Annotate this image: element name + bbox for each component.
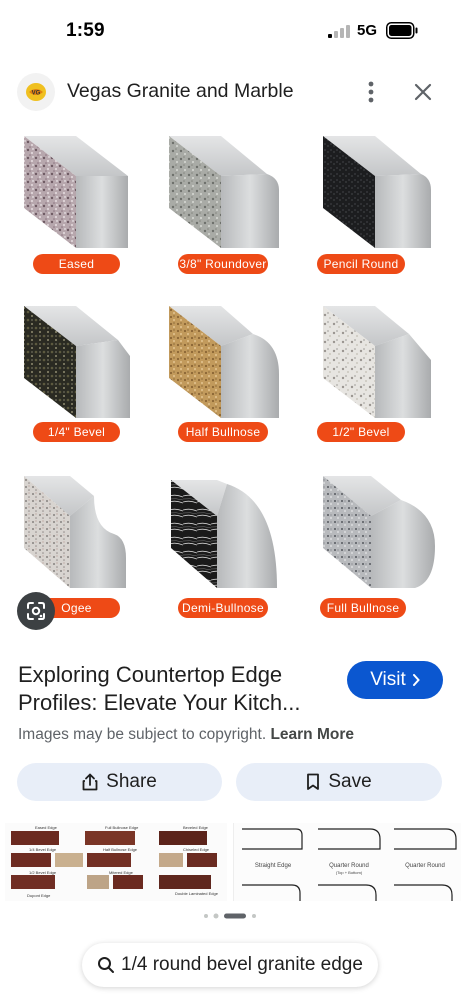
label-pill: Half Bullnose — [178, 422, 268, 442]
more-vert-icon[interactable] — [356, 76, 386, 108]
profile-demi-bullnose: Demi-Bullnose — [155, 464, 305, 634]
site-name[interactable]: Vegas Granite and Marble — [67, 80, 294, 103]
thumb-label: Chiseled Edge — [183, 847, 210, 852]
thumb-label: 1/2 Bevel Edge — [29, 870, 57, 875]
full-bullnose-slab-illustration — [323, 476, 435, 588]
thumb-label: Eased Edge — [35, 825, 57, 830]
related-thumbnail[interactable]: Eased Edge Full Bullnose Edge Beveled Ed… — [5, 823, 227, 901]
share-label: Share — [106, 771, 157, 792]
related-thumbnail[interactable]: Straight Edge Quarter Round (Top + Botto… — [233, 823, 461, 901]
edge-outline-thumbnail — [242, 828, 457, 901]
visit-label: Visit — [370, 669, 406, 690]
demi-bullnose-slab-illustration — [171, 480, 277, 588]
label-pill: Full Bullnose — [320, 598, 406, 618]
bookmark-icon — [307, 773, 320, 790]
learn-more-link[interactable]: Learn More — [270, 726, 354, 743]
label-pill: 1/4" Bevel — [33, 422, 120, 442]
close-icon[interactable] — [407, 76, 439, 108]
label-pill: 1/2" Bevel — [317, 422, 405, 442]
label-pill: Pencil Round — [317, 254, 405, 274]
copyright-text: Images may be subject to copyright. — [18, 726, 267, 743]
svg-text:VG: VG — [32, 91, 41, 97]
ogee-slab-illustration — [24, 476, 126, 588]
bevel-slab-illustration — [24, 306, 130, 418]
thumb-label: Double Laminated Edge — [175, 891, 218, 896]
network-type: 5G — [357, 22, 378, 39]
related-images: Eased Edge Full Bullnose Edge Beveled Ed… — [0, 823, 461, 903]
signal-strength-icon — [328, 25, 350, 38]
copyright-notice: Images may be subject to copyright. Lear… — [18, 726, 354, 744]
eased-slab-illustration — [24, 136, 128, 248]
source-header: VG Vegas Granite and Marble — [0, 70, 461, 114]
edge-profiles-image[interactable]: Eased 3/8" Roundover Pencil Round 1/4" B… — [0, 118, 461, 638]
carousel-indicator — [204, 913, 256, 919]
status-time: 1:59 — [66, 20, 105, 41]
profile-3-8-roundover: 3/8" Roundover — [155, 124, 305, 294]
profile-pencil-round: Pencil Round — [305, 124, 455, 294]
thumb-label: Quarter Round — [405, 863, 445, 869]
thumb-label: Quarter Round — [329, 863, 369, 869]
profile-half-bullnose: Half Bullnose — [155, 294, 305, 464]
thumb-label: Full Bullnose Edge — [105, 825, 139, 830]
share-button[interactable]: Share — [17, 763, 222, 801]
half-bullnose-slab-illustration — [169, 306, 279, 418]
edge-samples-thumbnail — [11, 831, 217, 889]
pencil-round-slab-illustration — [323, 136, 431, 248]
visit-button[interactable]: Visit — [347, 661, 443, 699]
result-title[interactable]: Exploring Countertop Edge Profiles: Elev… — [18, 661, 338, 717]
half-inch-bevel-slab-illustration — [323, 306, 431, 418]
search-query-chip[interactable]: 1/4 round bevel granite edge — [82, 943, 378, 987]
label-pill: Demi-Bullnose — [178, 598, 268, 618]
share-icon — [82, 773, 98, 791]
search-icon — [98, 957, 115, 973]
thumb-label: Half Bullnose Edge — [103, 847, 138, 852]
save-button[interactable]: Save — [236, 763, 442, 801]
google-lens-icon[interactable] — [17, 592, 55, 630]
profile-eased: Eased — [10, 124, 160, 294]
label-pill: Eased — [33, 254, 120, 274]
thumb-label: Straight Edge — [254, 863, 292, 869]
label-pill: 3/8" Roundover — [178, 254, 268, 274]
status-bar: 1:59 5G — [0, 0, 461, 62]
vegas-granite-logo-icon[interactable]: VG — [17, 73, 55, 111]
thumb-label: Beveled Edge — [183, 825, 208, 830]
thumb-label: Dupont Edge — [27, 893, 51, 898]
chevron-right-icon — [412, 674, 420, 686]
profile-full-bullnose: Full Bullnose — [305, 464, 455, 634]
thumb-label: Mitered Edge — [109, 870, 133, 875]
profile-1-2-bevel: 1/2" Bevel — [305, 294, 455, 464]
thumb-label: 1/4 Bevel Edge — [29, 847, 57, 852]
battery-icon — [386, 22, 418, 39]
search-query: 1/4 round bevel granite edge — [121, 954, 363, 975]
profile-1-4-bevel: 1/4" Bevel — [10, 294, 160, 464]
save-label: Save — [328, 771, 372, 792]
roundover-slab-illustration — [169, 136, 279, 248]
thumb-label: (Top + Bottom) — [335, 870, 363, 875]
